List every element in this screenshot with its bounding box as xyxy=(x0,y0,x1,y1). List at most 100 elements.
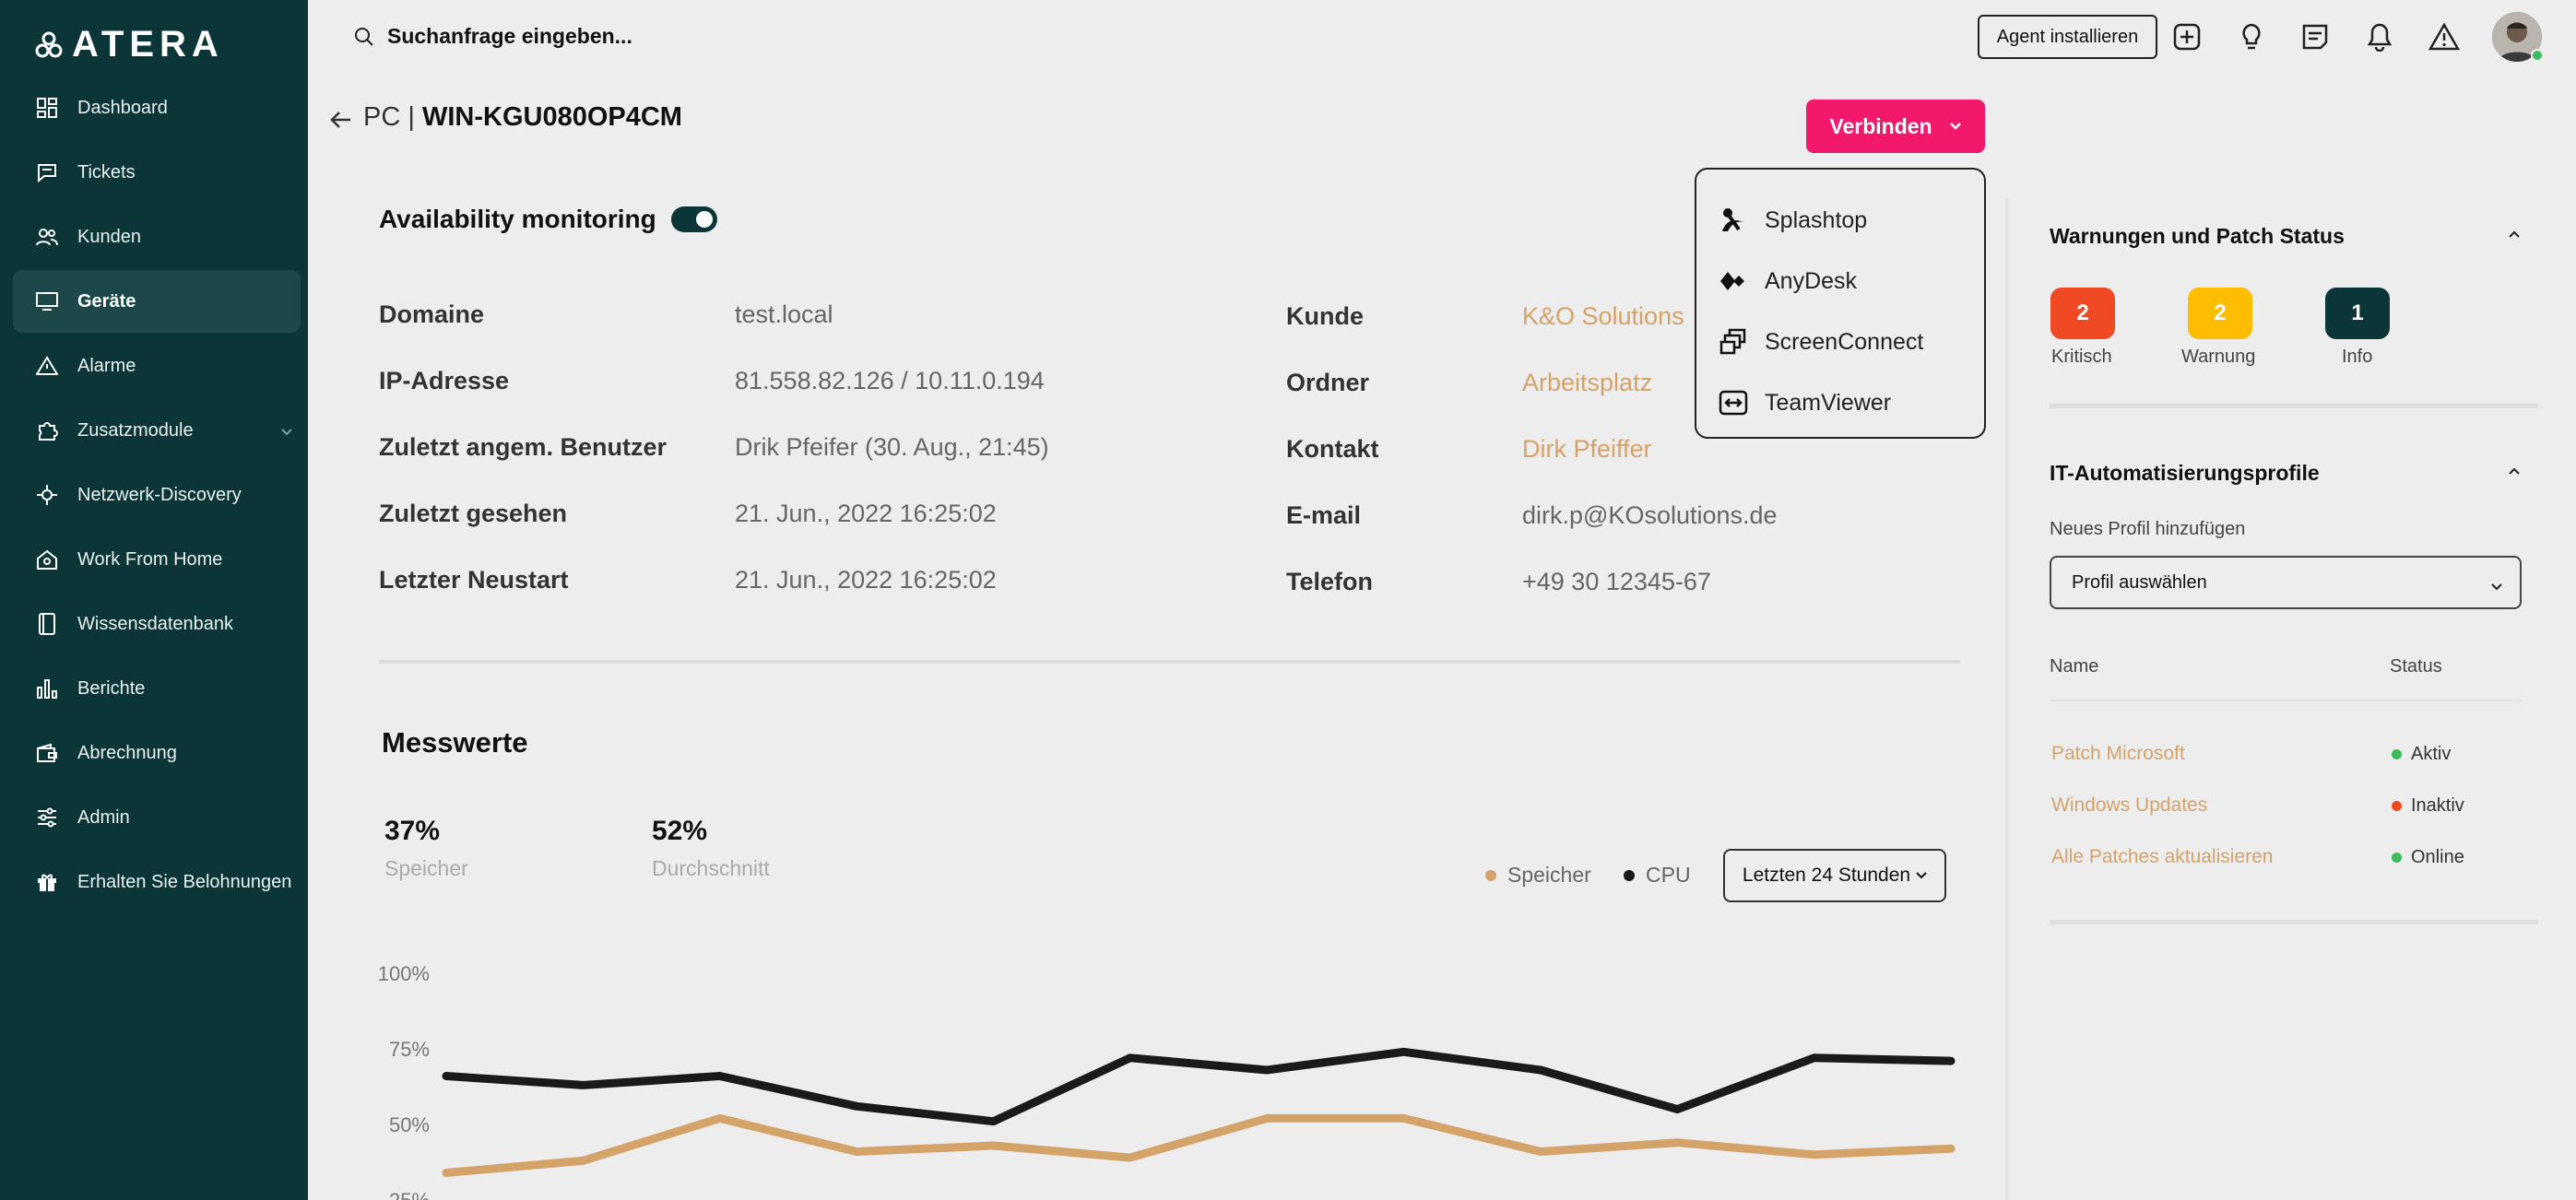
connect-menu: Splashtop AnyDesk ScreenConnect TeamView… xyxy=(1695,168,1986,439)
menu-item-label: AnyDesk xyxy=(1765,267,1858,294)
availability-monitoring: Availability monitoring xyxy=(379,205,717,234)
info-label-telefon: Telefon xyxy=(1286,568,1373,595)
sidebar-item-abrechnung[interactable]: Abrechnung xyxy=(13,722,301,784)
badge-critical[interactable]: 2 xyxy=(2050,288,2115,339)
home-icon xyxy=(35,547,59,571)
info-value-email: dirk.p@KOsolutions.de xyxy=(1522,501,1778,529)
info-label-domaine: Domaine xyxy=(379,300,485,328)
menu-item-screenconnect[interactable]: ScreenConnect xyxy=(1696,312,1984,372)
panel-separator xyxy=(2050,920,2538,924)
wallet-icon xyxy=(35,741,59,765)
customers-icon xyxy=(35,225,59,249)
series-line-speicher xyxy=(442,1113,1956,1177)
info-value-last-restart: 21. Jun., 2022 16:25:02 xyxy=(735,566,997,594)
table-header-status: Status xyxy=(2390,656,2442,676)
y-tick-label: 100% xyxy=(378,962,430,985)
folder-link[interactable]: Arbeitsplatz xyxy=(1522,369,1652,397)
chevron-down-icon xyxy=(1916,872,1927,879)
profile-link[interactable]: Windows Updates xyxy=(2051,794,2207,817)
install-agent-button[interactable]: Agent installieren xyxy=(1978,15,2157,59)
info-value-last-seen: 21. Jun., 2022 16:25:02 xyxy=(735,500,997,527)
menu-item-label: ScreenConnect xyxy=(1765,328,1924,355)
teamviewer-icon xyxy=(1719,388,1748,418)
availability-toggle[interactable] xyxy=(670,206,717,232)
atera-logo[interactable]: ATERA xyxy=(35,24,224,65)
table-header-name: Name xyxy=(2050,656,2099,676)
table-header-divider xyxy=(2050,700,2522,701)
search-input[interactable]: Suchanfrage eingeben... xyxy=(354,24,632,49)
book-icon xyxy=(35,612,59,636)
info-value-ip: 81.558.82.126 / 10.11.0.194 xyxy=(735,367,1045,394)
chevron-down-icon[interactable] xyxy=(280,421,293,442)
info-label-ordner: Ordner xyxy=(1286,369,1370,396)
sidebar-item-wissensdatenbank[interactable]: Wissensdatenbank xyxy=(13,593,301,655)
badge-warning[interactable]: 2 xyxy=(2188,288,2252,339)
profile-link[interactable]: Alle Patches aktualisieren xyxy=(2051,846,2273,868)
connect-button[interactable]: Verbinden xyxy=(1806,100,1985,153)
sidebar-item-label: Netzwerk-Discovery xyxy=(77,484,242,505)
info-label-ip: IP-Adresse xyxy=(379,367,510,394)
menu-item-teamviewer[interactable]: TeamViewer xyxy=(1696,372,1984,433)
connect-button-label: Verbinden xyxy=(1829,113,1932,138)
y-tick-label: 25% xyxy=(389,1189,430,1200)
add-profile-label: Neues Profil hinzufügen xyxy=(2050,519,2246,539)
sidebar-item-label: Abrechnung xyxy=(77,742,177,763)
sidebar-item-tickets[interactable]: Tickets xyxy=(13,141,301,204)
info-value-telefon: +49 30 12345-67 xyxy=(1522,568,1711,595)
badge-label-info: Info xyxy=(2342,347,2373,367)
atera-logo-icon xyxy=(35,31,63,57)
sidebar-item-alarme[interactable]: Alarme xyxy=(13,335,301,397)
sidebar-item-netzwerk-discovery[interactable]: Netzwerk-Discovery xyxy=(13,464,301,526)
sidebar: ATERA Dashboard Tickets Kunden Geräte Al… xyxy=(0,0,308,1200)
bell-icon[interactable] xyxy=(2363,20,2396,53)
memory-stat-label: Speicher xyxy=(384,856,468,880)
automation-title: IT-Automatisierungsprofile xyxy=(2050,461,2320,485)
page-title: PC | WIN-KGU080OP4CM xyxy=(363,102,682,133)
info-value-domaine: test.local xyxy=(735,300,833,328)
add-icon[interactable] xyxy=(2170,20,2204,53)
sidebar-item-work-from-home[interactable]: Work From Home xyxy=(13,528,301,591)
chevron-up-icon[interactable] xyxy=(2508,227,2521,243)
profile-link[interactable]: Patch Microsoft xyxy=(2051,743,2185,765)
search-placeholder: Suchanfrage eingeben... xyxy=(387,24,632,48)
sidebar-item-belohnungen[interactable]: Erhalten Sie Belohnungen xyxy=(13,851,301,913)
legend-dot-speicher xyxy=(1485,869,1496,881)
sidebar-item-label: Dashboard xyxy=(77,97,168,118)
ticket-icon xyxy=(35,160,59,184)
menu-item-label: Splashtop xyxy=(1765,206,1868,233)
badge-info[interactable]: 1 xyxy=(2325,288,2390,339)
anydesk-icon xyxy=(1719,266,1748,296)
profile-select[interactable]: Profil auswählen xyxy=(2050,556,2522,609)
sidebar-item-dashboard[interactable]: Dashboard xyxy=(13,76,301,139)
sidebar-item-label: Kunden xyxy=(77,226,141,247)
time-range-select[interactable]: Letzten 24 Stunden xyxy=(1723,849,1946,902)
metrics-line-chart: 100% 75% 50% 25% xyxy=(378,962,1956,1200)
customer-link[interactable]: K&O Solutions xyxy=(1522,302,1684,331)
screenconnect-icon xyxy=(1719,327,1748,357)
average-stat-value: 52% xyxy=(652,816,708,846)
sidebar-item-geraete[interactable]: Geräte xyxy=(13,270,301,333)
legend-label: Speicher xyxy=(1507,863,1591,887)
sidebar-item-berichte[interactable]: Berichte xyxy=(13,657,301,720)
splashtop-icon xyxy=(1719,206,1748,235)
status-dot xyxy=(2392,749,2402,759)
lightbulb-icon[interactable] xyxy=(2235,20,2268,53)
contact-link[interactable]: Dirk Pfeiffer xyxy=(1522,435,1652,464)
sidebar-item-admin[interactable]: Admin xyxy=(13,786,301,849)
sidebar-item-zusatzmodule[interactable]: Zusatzmodule xyxy=(13,399,301,462)
menu-item-label: TeamViewer xyxy=(1765,389,1892,416)
info-label-kontakt: Kontakt xyxy=(1286,435,1379,463)
chart-icon xyxy=(35,676,59,700)
notes-icon[interactable] xyxy=(2298,20,2332,53)
chevron-up-icon[interactable] xyxy=(2508,464,2521,480)
menu-item-anydesk[interactable]: AnyDesk xyxy=(1696,251,1984,312)
profile-status: Inaktiv xyxy=(2392,795,2464,817)
chevron-down-icon xyxy=(2490,576,2503,597)
menu-item-splashtop[interactable]: Splashtop xyxy=(1696,190,1984,251)
monitor-icon xyxy=(35,289,59,313)
sidebar-item-kunden[interactable]: Kunden xyxy=(13,206,301,268)
sidebar-item-label: Zusatzmodule xyxy=(77,419,194,441)
warning-icon[interactable] xyxy=(2428,20,2461,53)
back-arrow-icon[interactable] xyxy=(328,109,354,135)
puzzle-icon xyxy=(35,418,59,442)
